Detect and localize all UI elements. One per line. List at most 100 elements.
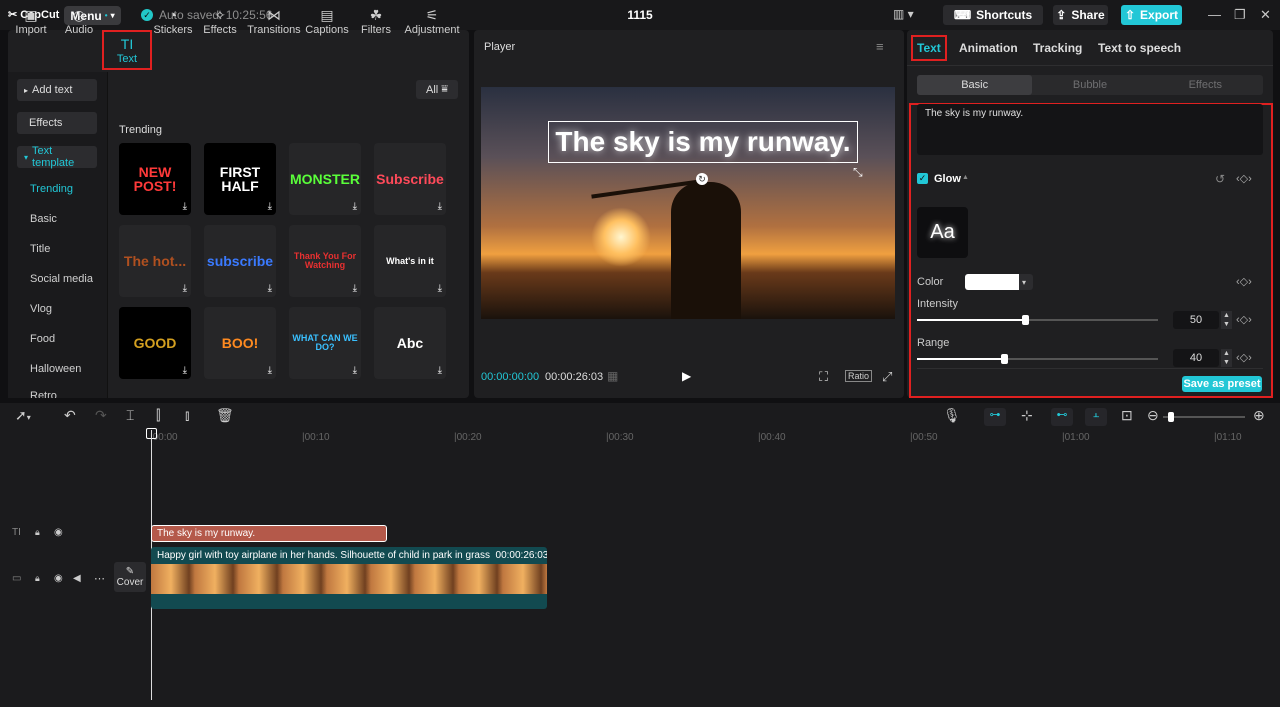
subtab-bubble[interactable]: Bubble	[1032, 75, 1147, 95]
tab-filters[interactable]: ☘ Filters	[352, 3, 400, 39]
zoom-out-icon[interactable]: ⊖	[1147, 407, 1159, 424]
intensity-stepper[interactable]: ▲ ▼	[1221, 311, 1232, 329]
intensity-value[interactable]: 50	[1173, 311, 1219, 329]
keyframe-icon[interactable]: ‹◇›	[1236, 313, 1252, 326]
intensity-slider[interactable]	[917, 315, 1158, 325]
caption-icon[interactable]: ⊡	[1121, 407, 1133, 424]
auto-snap-icon[interactable]: ⊹	[1021, 407, 1033, 424]
tab-adjustment[interactable]: ⚟ Adjustment	[402, 3, 462, 39]
text-overlay[interactable]: The sky is my runway.	[548, 121, 858, 163]
subtab-effects[interactable]: Effects	[1148, 75, 1263, 95]
download-icon[interactable]: ⤓	[353, 283, 357, 294]
tab-text-to-speech[interactable]: Text to speech	[1098, 41, 1181, 55]
video-clip[interactable]: Happy girl with toy airplane in her hand…	[151, 547, 547, 609]
timeline-ruler[interactable]: |00:00 |00:10 |00:20 |00:30 |00:40 |00:50 |01:…	[150, 430, 1280, 444]
resize-handle-icon[interactable]: ⤡	[853, 165, 863, 180]
text-template-button[interactable]: ▾ Text template	[17, 145, 97, 169]
text-input[interactable]: The sky is my runway.	[917, 104, 1263, 155]
sidebar-item-trending[interactable]: Trending	[30, 183, 73, 195]
hamburger-menu-icon[interactable]: ≡	[876, 39, 884, 54]
audio-mute-icon[interactable]: ◀︎	[73, 573, 81, 584]
text-clip[interactable]: The sky is my runway.	[151, 525, 387, 542]
text-template-tile[interactable]: FIRST HALF ⤓	[204, 143, 276, 215]
tab-text[interactable]: TI Text	[102, 30, 152, 70]
sidebar-item-social-media[interactable]: Social media	[30, 273, 93, 285]
filter-all-button[interactable]: All ⩸	[416, 80, 458, 99]
keyframe-icon[interactable]: ‹◇›	[1236, 351, 1252, 364]
rotate-handle-icon[interactable]: ↻	[696, 173, 708, 185]
text-template-tile[interactable]: subscribe ⤓	[204, 225, 276, 297]
reset-icon[interactable]: ↺	[1215, 172, 1225, 186]
download-icon[interactable]: ⤓	[353, 365, 357, 376]
eye-icon[interactable]: ◉	[54, 527, 63, 538]
download-icon[interactable]: ⤓	[268, 283, 272, 294]
tab-animation[interactable]: Animation	[959, 41, 1018, 55]
split-icon[interactable]: ⌶	[126, 407, 134, 424]
keyframe-icon[interactable]: ‹◇›	[1236, 172, 1252, 185]
sidebar-item-food[interactable]: Food	[30, 333, 55, 345]
zoom-in-icon[interactable]: ⊕	[1253, 407, 1265, 424]
redo-icon[interactable]: ↷	[95, 407, 107, 424]
download-icon[interactable]: ⤓	[438, 283, 442, 294]
undo-icon[interactable]: ↶	[64, 407, 76, 424]
sidebar-item-halloween[interactable]: Halloween	[30, 363, 81, 375]
glow-preview[interactable]: Aa	[917, 207, 968, 258]
tab-effects[interactable]: ✧ Effects	[196, 3, 244, 39]
download-icon[interactable]: ⤓	[438, 201, 442, 212]
layout-icon[interactable]: ▥ ▾	[893, 7, 914, 21]
close-icon[interactable]: ✕	[1260, 7, 1271, 23]
collapse-icon[interactable]: ▲	[962, 174, 969, 181]
text-template-tile[interactable]: Abc ⤓	[374, 307, 446, 379]
tab-import[interactable]: ▣ Import	[7, 3, 55, 39]
color-picker[interactable]: ▾	[965, 274, 1033, 290]
maximize-icon[interactable]: ❐	[1234, 7, 1246, 23]
play-icon[interactable]: ▶	[682, 369, 691, 383]
glow-checkbox[interactable]: ✓	[917, 173, 928, 184]
ratio-button[interactable]: Ratio	[845, 370, 873, 382]
fullscreen-icon[interactable]: ⤢	[882, 369, 892, 385]
download-icon[interactable]: ⤓	[353, 201, 357, 212]
export-button[interactable]: ⇧ Export	[1121, 5, 1182, 25]
video-preview[interactable]: The sky is my runway. ↻ ⤡	[481, 87, 895, 319]
cover-button[interactable]: ✎ Cover	[114, 562, 146, 592]
zoom-slider[interactable]	[1163, 412, 1245, 422]
text-template-tile[interactable]: NEW POST! ⤓	[119, 143, 191, 215]
eye-icon[interactable]: ◉	[54, 573, 63, 584]
text-template-tile[interactable]: BOO! ⤓	[204, 307, 276, 379]
minimize-icon[interactable]: —	[1208, 7, 1221, 22]
text-template-tile[interactable]: Thank You For Watching ⤓	[289, 225, 361, 297]
text-template-tile[interactable]: MONSTER ⤓	[289, 143, 361, 215]
sidebar-item-retro[interactable]: Retro	[30, 390, 57, 398]
preview-axis-icon[interactable]: ⫠	[1085, 408, 1107, 426]
sidebar-item-title[interactable]: Title	[30, 243, 50, 255]
download-icon[interactable]: ⤓	[183, 365, 187, 376]
range-value[interactable]: 40	[1173, 349, 1219, 367]
select-tool-icon[interactable]: ➚▾	[15, 407, 31, 424]
shortcuts-button[interactable]: ⌨ Shortcuts	[943, 5, 1043, 25]
zoom-knob[interactable]	[1168, 412, 1174, 422]
tab-tracking[interactable]: Tracking	[1033, 41, 1082, 55]
download-icon[interactable]: ⤓	[438, 365, 442, 376]
tab-transitions[interactable]: ⋈ Transitions	[246, 3, 302, 39]
more-icon[interactable]: ⋯	[94, 572, 105, 585]
add-text-button[interactable]: ▸ Add text	[17, 79, 97, 101]
sidebar-item-vlog[interactable]: Vlog	[30, 303, 52, 315]
grid-icon[interactable]: ▦	[607, 369, 618, 383]
subtab-basic[interactable]: Basic	[917, 75, 1033, 95]
delete-icon[interactable]: 🗑	[216, 407, 234, 424]
text-template-tile[interactable]: The hot... ⤓	[119, 225, 191, 297]
sidebar-item-basic[interactable]: Basic	[30, 213, 57, 225]
text-template-tile[interactable]: What's in it ⤓	[374, 225, 446, 297]
lock-icon[interactable]: 🔒︎	[35, 573, 40, 584]
range-knob[interactable]	[1000, 354, 1008, 364]
range-slider[interactable]	[917, 354, 1158, 364]
tab-stickers[interactable]: ◔ Stickers	[149, 3, 197, 39]
range-stepper[interactable]: ▲ ▼	[1221, 349, 1232, 367]
download-icon[interactable]: ⤓	[183, 201, 187, 212]
main-track-magnet-icon[interactable]: ⊶	[984, 408, 1006, 426]
download-icon[interactable]: ⤓	[268, 201, 272, 212]
download-icon[interactable]: ⤓	[183, 283, 187, 294]
split-left-icon[interactable]: ⫿	[156, 407, 160, 424]
tab-captions[interactable]: ▤ Captions	[303, 3, 351, 39]
intensity-knob[interactable]	[1022, 315, 1030, 325]
